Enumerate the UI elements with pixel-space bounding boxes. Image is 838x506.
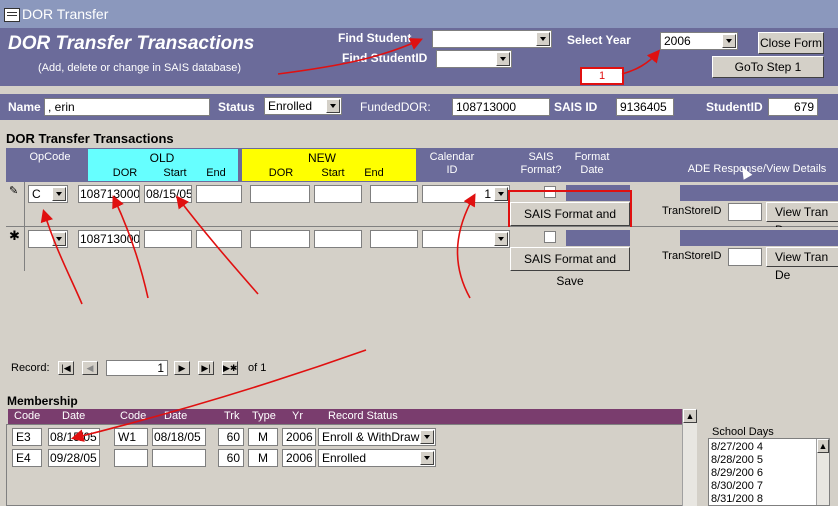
annotation-arrow xyxy=(456,193,476,299)
annotation-arrow xyxy=(70,349,367,442)
annotation-arrow xyxy=(112,195,149,299)
annotation-arrows xyxy=(40,38,661,442)
annotation-arrow xyxy=(621,49,661,75)
annotation-arrow xyxy=(277,38,423,75)
annotation-arrow xyxy=(40,208,83,305)
annotation-arrow xyxy=(176,195,259,295)
